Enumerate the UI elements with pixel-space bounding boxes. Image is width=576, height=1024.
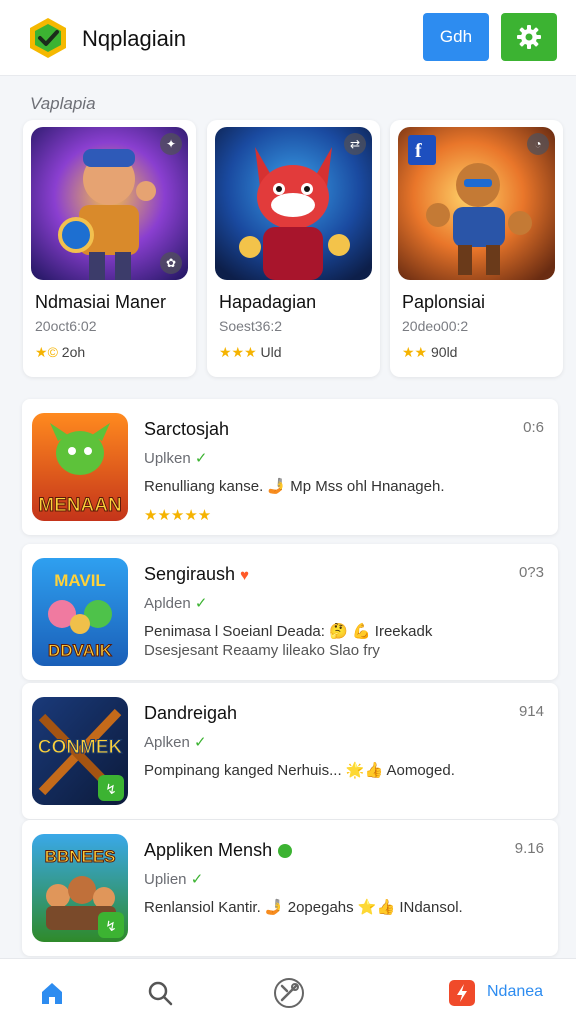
list-item-description: Renlansiol Kantir. 🤳 2opegahs ⭐👍 INdanso… (144, 899, 463, 916)
check-icon: ✓ (194, 595, 208, 612)
game-name: Paplonsiai (402, 292, 486, 312)
game-date: 20deo00:2 (402, 318, 469, 334)
list-item-description: Pompinang kanged Nerhuis... 🌟👍 Aomoged. (144, 762, 455, 779)
list-item-description: Penimasa l Soeianl Deada: 🤔 💪 Ireekadk D… (144, 623, 433, 659)
heart-icon: ♥ (240, 567, 249, 584)
list-item-time: 9.16 (514, 840, 544, 857)
game-rating: ★★★ Uld (219, 344, 282, 360)
game-art-text: CONMEK (38, 737, 123, 758)
game-art-text: BBNEES (45, 847, 116, 866)
game-thumbnail: f ◔ (398, 127, 555, 280)
list-item-title: Sengiraush ♥ (144, 564, 249, 584)
verified-icon (278, 844, 293, 859)
list-item-title: Appliken Mensh (144, 840, 293, 861)
settings-button[interactable] (501, 13, 557, 61)
game-icon: CONMEK ↯ (32, 697, 128, 805)
game-thumbnail: ⇄ (215, 127, 372, 280)
list-item-subtitle: Uplken ✓ (144, 450, 208, 467)
app-title: Nqplagiain (82, 26, 186, 51)
top-bar: Nqplagiain Gdh (0, 0, 576, 76)
share-icon[interactable]: ✦ (160, 133, 182, 155)
list-item-subtitle: Aplken ✓ (144, 734, 207, 751)
list-item[interactable]: CONMEK ↯ Dandreigah Aplken ✓ Pompinang k… (22, 683, 558, 819)
list-item-subtitle: Aplden ✓ (144, 595, 208, 612)
game-art-text: MENAAN (38, 495, 121, 516)
game-icon: MAVIL DDVAIK (32, 558, 128, 666)
home-nav-button[interactable] (32, 973, 72, 1013)
bottom-nav: Ndanea (0, 958, 576, 1024)
star-rating: ★★★★★ (144, 507, 212, 524)
svg-text:↯: ↯ (105, 782, 117, 798)
list-item-time: 914 (518, 703, 544, 720)
game-icon: BBNEES ↯ (32, 834, 128, 942)
check-icon: ✓ (194, 734, 207, 751)
shield-check-icon (30, 18, 66, 58)
check-icon: ✓ (194, 450, 208, 467)
list-item[interactable]: MAVIL DDVAIK Sengiraush ♥ Aplden ✓ Penim… (22, 544, 558, 680)
primary-button[interactable]: Gdh (423, 13, 489, 61)
list-item-title: Sarctosjah (144, 419, 230, 439)
tools-nav-button[interactable] (269, 973, 309, 1013)
search-nav-button[interactable] (140, 973, 180, 1013)
home-icon (42, 983, 62, 1004)
featured-card-1[interactable]: ✦ ✿ Ndmasiai Maner 20oct6:02 ★© 2oh (23, 120, 196, 377)
list-item-title: Dandreigah (144, 703, 238, 723)
game-art-text: DDVAIK (48, 641, 113, 660)
share-icon[interactable]: ⇄ (344, 133, 366, 155)
game-name: Ndmasiai Maner (35, 292, 167, 312)
game-rating: ★© 2oh (35, 344, 86, 360)
flash-app-icon (449, 980, 475, 1006)
list-item-time: 0?3 (518, 564, 544, 581)
svg-text:MAVIL: MAVIL (54, 571, 106, 590)
game-thumbnail: ✦ ✿ (31, 127, 188, 280)
svg-text:↯: ↯ (105, 919, 117, 935)
section-label: Vaplapia (30, 94, 96, 113)
featured-card-3[interactable]: f ◔ Paplonsiai 20deo00:2 ★★ 90ld (390, 120, 563, 377)
list-item-time: 0:6 (523, 419, 544, 436)
game-date: 20oct6:02 (35, 318, 97, 334)
power-icon[interactable]: ◔ (527, 133, 549, 155)
settings-mini-icon[interactable]: ✿ (160, 252, 182, 274)
list-item[interactable]: MENAAN Sarctosjah Uplken ✓ Renulliang ka… (22, 399, 558, 535)
svg-text:f: f (415, 140, 422, 162)
game-icon: MENAAN (32, 413, 128, 521)
list-item[interactable]: BBNEES ↯ Appliken Mensh Uplien ✓ Renlans… (22, 820, 558, 956)
nav-label[interactable]: Ndanea (487, 983, 543, 1001)
game-name: Hapadagian (219, 292, 317, 312)
featured-card-2[interactable]: ⇄ Hapadagian Soest36:2 ★★★ Uld (207, 120, 380, 377)
tools-icon (274, 978, 304, 1008)
game-rating: ★★ 90ld (402, 344, 458, 360)
list-item-description: Renulliang kanse. 🤳 Mp Mss ohl Hnanageh.… (144, 478, 445, 524)
list-item-subtitle: Uplien ✓ (144, 871, 204, 888)
search-icon (148, 981, 173, 1006)
app-nav-button[interactable] (442, 973, 482, 1013)
gear-icon (517, 25, 541, 49)
check-icon: ✓ (190, 871, 204, 888)
game-date: Soest36:2 (219, 318, 283, 334)
